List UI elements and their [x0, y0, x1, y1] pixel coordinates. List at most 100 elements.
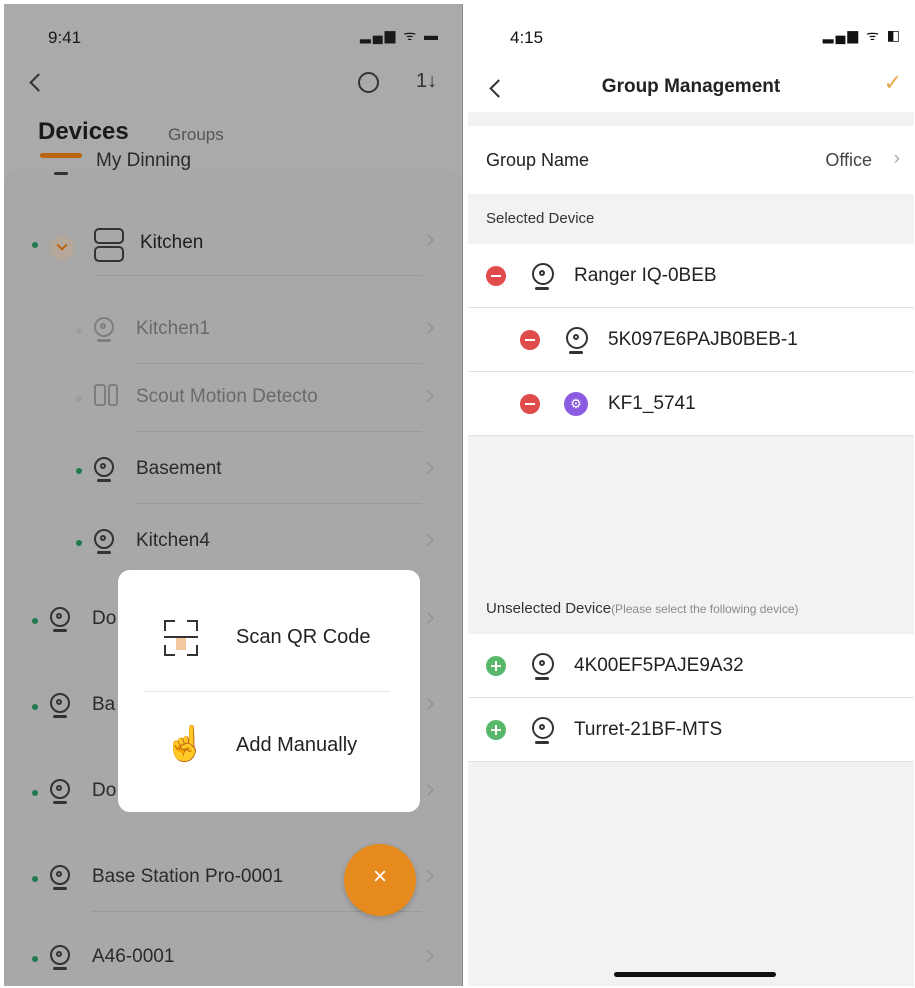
camera-icon: [566, 327, 588, 349]
close-fab-button[interactable]: ×: [344, 844, 416, 916]
remove-icon[interactable]: [486, 266, 506, 286]
camera-icon: [94, 317, 114, 337]
add-icon[interactable]: [486, 720, 506, 740]
group-name: Kitchen: [140, 232, 204, 253]
chevron-right-icon: [422, 534, 434, 546]
online-dot: [76, 540, 82, 546]
camera-stand: [535, 677, 549, 680]
search-icon[interactable]: [358, 72, 379, 93]
divider: [468, 761, 914, 762]
online-dot: [76, 468, 82, 474]
camera-stand: [53, 887, 67, 890]
home-indicator: [614, 972, 776, 977]
camera-icon: [50, 693, 70, 713]
remove-icon[interactable]: [520, 330, 540, 350]
status-icons: ▂▄▆ ᯤ ▬: [359, 27, 440, 43]
confirm-check-icon[interactable]: ✓: [884, 70, 902, 96]
chevron-right-icon: [422, 322, 434, 334]
hub-icon: [94, 228, 124, 244]
unselected-device-row[interactable]: 4K00EF5PAJE9A32: [468, 634, 914, 698]
camera-stand: [97, 479, 111, 482]
group-management-screen: 4:15 ▂▄▆ ᯤ ◧ Group Management ✓ Group Na…: [468, 4, 914, 986]
list-item[interactable]: Scout Motion Detecto: [4, 364, 462, 432]
device-name: Scout Motion Detecto: [136, 386, 318, 407]
group-name-row[interactable]: Group Name Office ›: [468, 126, 914, 194]
motion-sensor-part: [108, 384, 118, 406]
camera-stand: [535, 287, 549, 290]
add-manually-option[interactable]: ☝ Add Manually: [118, 694, 420, 802]
unselected-device-row[interactable]: Turret-21BF-MTS: [468, 698, 914, 762]
camera-stand: [97, 339, 111, 342]
back-chevron-icon[interactable]: [29, 73, 48, 92]
devices-screen: 9:41 ▂▄▆ ᯤ ▬ 1↓ Devices Groups My Dinnin…: [4, 4, 463, 986]
selected-device-row[interactable]: ⚙ KF1_5741: [468, 372, 914, 436]
device-name: Ba: [92, 694, 116, 715]
divider: [96, 275, 422, 276]
unselected-header-text: Unselected Device: [486, 600, 612, 617]
device-name: Kitchen4: [136, 530, 210, 551]
divider: [136, 431, 422, 432]
chevron-right-icon: ›: [893, 148, 900, 169]
scan-qr-option[interactable]: Scan QR Code: [118, 584, 420, 692]
camera-icon: [50, 865, 70, 885]
device-name: Do: [92, 608, 117, 629]
group-name-value: Office: [825, 150, 872, 170]
add-icon[interactable]: [486, 656, 506, 676]
add-device-popup: Scan QR Code ☝ Add Manually: [118, 570, 420, 812]
list-item[interactable]: Kitchen4: [4, 508, 462, 576]
online-dot: [32, 242, 38, 248]
sort-icon[interactable]: 1↓: [416, 70, 437, 93]
divider: [468, 435, 914, 436]
chevron-right-icon: [422, 698, 434, 710]
device-name: Ranger IQ-0BEB: [574, 265, 717, 286]
chevron-right-icon: [422, 462, 434, 474]
chevron-right-icon: [422, 870, 434, 882]
remove-icon[interactable]: [520, 394, 540, 414]
divider: [144, 691, 390, 692]
list-item[interactable]: Kitchen1: [4, 296, 462, 364]
camera-stand: [97, 551, 111, 554]
online-dot: [32, 876, 38, 882]
device-name: Kitchen1: [136, 318, 210, 339]
chevron-right-icon: [422, 234, 434, 246]
device-name: 5K097E6PAJB0BEB-1: [608, 329, 798, 350]
device-name: My Dinning: [96, 150, 192, 171]
list-item[interactable]: Basement: [4, 436, 462, 504]
chevron-right-icon: [422, 612, 434, 624]
camera-stand: [53, 629, 67, 632]
online-dot: [32, 790, 38, 796]
camera-stand: [535, 741, 549, 744]
unselected-device-header: Unselected Device(Please select the foll…: [486, 600, 799, 617]
status-dot: [76, 328, 82, 334]
camera-icon: [532, 653, 554, 675]
device-name: 4K00EF5PAJE9A32: [574, 655, 744, 676]
expand-chevron-icon[interactable]: [50, 236, 74, 260]
gear-icon: ⚙: [564, 392, 588, 416]
chevron-right-icon: [422, 784, 434, 796]
scan-qr-label: Scan QR Code: [236, 626, 371, 648]
device-name: Base Station Pro-0001: [92, 866, 284, 887]
divider: [136, 503, 422, 504]
camera-icon: [94, 529, 114, 549]
camera-icon: [94, 457, 114, 477]
device-name: KF1_5741: [608, 393, 696, 414]
close-icon: ×: [372, 863, 387, 890]
selected-device-row[interactable]: Ranger IQ-0BEB: [468, 244, 914, 308]
list-item[interactable]: My Dinning: [4, 136, 462, 176]
camera-stand: [53, 715, 67, 718]
selected-device-row[interactable]: 5K097E6PAJB0BEB-1: [468, 308, 914, 372]
camera-stand: [53, 801, 67, 804]
camera-icon: [532, 717, 554, 739]
motion-sensor-icon: [94, 384, 106, 406]
camera-icon: [54, 172, 68, 175]
status-dot: [76, 396, 82, 402]
device-name: Basement: [136, 458, 222, 479]
list-item[interactable]: A46-0001: [4, 924, 462, 986]
camera-stand: [569, 351, 583, 354]
group-name-label: Group Name: [486, 150, 590, 170]
selected-device-header: Selected Device: [486, 210, 595, 227]
hub-icon: [94, 246, 124, 262]
device-name: Turret-21BF-MTS: [574, 719, 723, 740]
camera-icon: [532, 263, 554, 285]
camera-icon: [50, 945, 70, 965]
